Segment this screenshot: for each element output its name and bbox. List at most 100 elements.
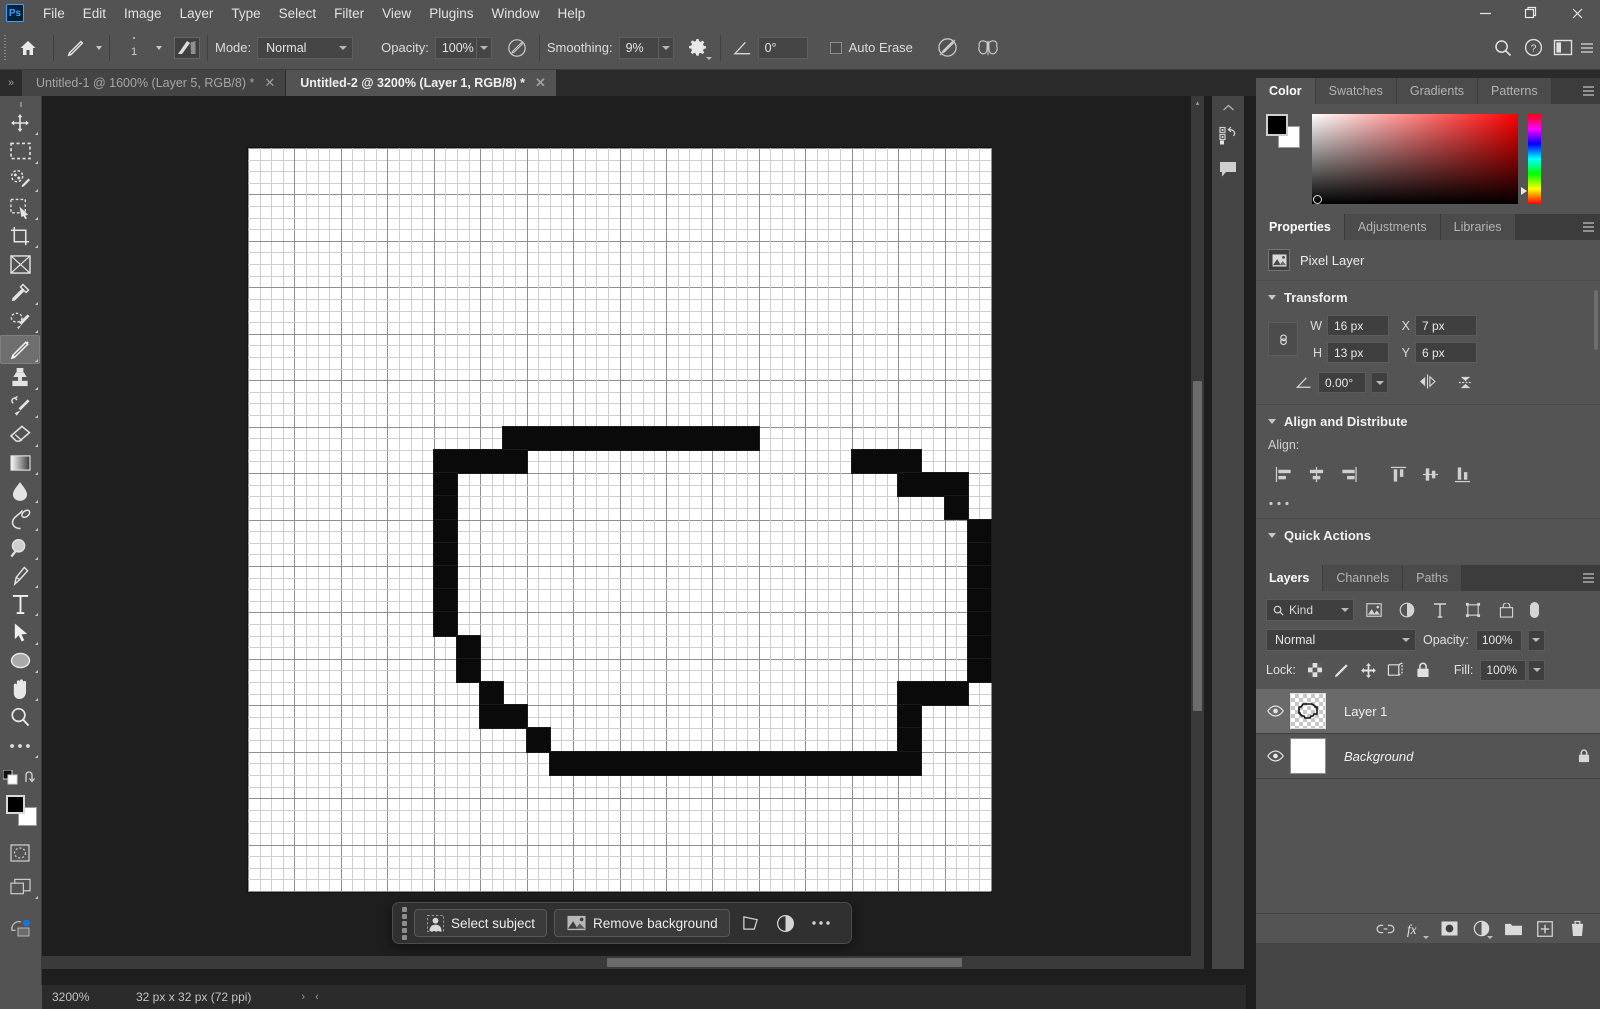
zoom-tool[interactable] — [0, 703, 40, 731]
lock-all-icon[interactable] — [1411, 659, 1435, 681]
art-pixel-run[interactable] — [432, 611, 458, 637]
scrollbar-thumb[interactable] — [1193, 381, 1202, 711]
layer-row[interactable]: Layer 1 — [1256, 689, 1600, 734]
art-pixel-run[interactable] — [966, 657, 992, 684]
transform-icon[interactable] — [737, 909, 765, 937]
close-icon[interactable]: ✕ — [264, 75, 275, 91]
height-input[interactable]: 13 px — [1327, 342, 1389, 363]
search-icon[interactable] — [1488, 33, 1518, 63]
status-prev-arrow[interactable]: ‹ — [315, 991, 329, 1003]
align-left-edges-icon[interactable] — [1268, 462, 1300, 486]
opacity-input[interactable]: 100% — [434, 36, 477, 59]
document-dimensions[interactable]: 32 px x 32 px (72 ppi) — [114, 990, 251, 1004]
rectangular-marquee-tool[interactable] — [0, 137, 40, 165]
filter-type-icon[interactable] — [1427, 599, 1453, 621]
menu-edit[interactable]: Edit — [74, 3, 115, 24]
layer-opacity-input[interactable]: 100% — [1475, 629, 1522, 651]
tab-channels[interactable]: Channels — [1323, 565, 1404, 591]
chevron-down-icon[interactable] — [1341, 608, 1349, 612]
layer-row[interactable]: Background — [1256, 734, 1600, 779]
rotation-stepper[interactable] — [1372, 372, 1388, 393]
layer-visibility-eye-icon[interactable] — [1260, 705, 1290, 717]
canvas-vertical-scrollbar[interactable]: ▴ ▾ — [1191, 96, 1204, 969]
lock-position-icon[interactable] — [1357, 659, 1381, 681]
pressure-size-icon[interactable] — [933, 33, 963, 63]
pressure-opacity-icon[interactable] — [502, 33, 532, 63]
art-pixel-run[interactable] — [897, 704, 923, 730]
chevron-down-icon[interactable] — [156, 45, 162, 50]
filter-kind-select[interactable]: Kind — [1266, 599, 1354, 621]
foreground-color-swatch[interactable] — [5, 794, 25, 814]
lock-image-pixels-icon[interactable] — [1330, 659, 1354, 681]
move-tool[interactable] — [0, 109, 40, 137]
smoothing-input[interactable]: 9% — [618, 36, 659, 59]
color-spectrum-field[interactable] — [1312, 114, 1518, 204]
rotation-input[interactable]: 0.00° — [1318, 372, 1366, 393]
menu-file[interactable]: File — [34, 3, 74, 24]
quick-mask-icon[interactable] — [0, 839, 40, 867]
art-pixel-run[interactable] — [432, 448, 528, 475]
menu-filter[interactable]: Filter — [325, 3, 373, 24]
tab-swatches[interactable]: Swatches — [1315, 78, 1397, 104]
chevron-down-icon[interactable] — [96, 45, 102, 50]
menu-layer[interactable]: Layer — [171, 3, 223, 24]
art-pixel-run[interactable] — [966, 588, 992, 614]
art-pixel-run[interactable] — [966, 518, 992, 544]
opacity-stepper[interactable] — [476, 36, 492, 59]
panel-menu-icon[interactable] — [1576, 214, 1600, 240]
path-selection-tool[interactable] — [0, 618, 40, 646]
panel-menu-icon[interactable] — [1576, 565, 1600, 591]
type-tool[interactable] — [0, 590, 40, 618]
layer-name[interactable]: Background — [1344, 749, 1413, 764]
crop-tool[interactable] — [0, 222, 40, 250]
add-mask-icon[interactable] — [1434, 916, 1464, 942]
toolbar-grip[interactable] — [0, 100, 41, 109]
art-pixel-run[interactable] — [479, 704, 528, 730]
new-adjustment-layer-icon[interactable] — [1466, 916, 1496, 942]
width-input[interactable]: 16 px — [1327, 315, 1389, 336]
filter-pixel-icon[interactable] — [1361, 599, 1387, 621]
tab-paths[interactable]: Paths — [1403, 565, 1463, 591]
layer-visibility-eye-icon[interactable] — [1260, 750, 1290, 762]
panel-menu-icon[interactable] — [1578, 33, 1596, 63]
layer-thumbnail[interactable] — [1290, 693, 1326, 729]
gear-icon[interactable] — [683, 33, 713, 63]
tab-adjustments[interactable]: Adjustments — [1344, 214, 1441, 240]
color-picker-ring[interactable] — [1313, 195, 1322, 204]
art-pixel-run[interactable] — [966, 564, 992, 591]
link-layers-icon[interactable] — [1370, 916, 1400, 942]
more-options-icon[interactable] — [807, 909, 835, 937]
pen-tool[interactable] — [0, 562, 40, 590]
hue-slider[interactable] — [1521, 114, 1541, 204]
swap-colors-icon[interactable] — [24, 771, 38, 784]
tab-layers[interactable]: Layers — [1256, 565, 1324, 591]
foreground-color-swatch[interactable] — [1266, 114, 1288, 136]
status-next-arrow[interactable]: › — [291, 991, 315, 1003]
blur-tool[interactable] — [0, 477, 40, 505]
x-input[interactable]: 7 px — [1415, 315, 1477, 336]
default-colors-icon[interactable] — [3, 770, 18, 785]
gradient-tool[interactable] — [0, 449, 40, 477]
layer-opacity-stepper[interactable] — [1528, 629, 1545, 651]
share-icon[interactable] — [0, 913, 40, 941]
chevron-down-icon[interactable] — [1268, 295, 1276, 300]
select-subject-button[interactable]: Select subject — [414, 909, 548, 937]
hue-slider-handle[interactable] — [1521, 187, 1527, 195]
history-icon[interactable] — [1212, 118, 1244, 152]
align-horizontal-centers-icon[interactable] — [1300, 462, 1332, 486]
maximize-restore-button[interactable] — [1508, 0, 1554, 26]
art-pixel-run[interactable] — [432, 564, 458, 591]
minimize-button[interactable] — [1462, 0, 1508, 26]
layer-thumbnail[interactable] — [1290, 738, 1326, 774]
artboard[interactable] — [248, 148, 992, 892]
magnifier-tool[interactable] — [0, 533, 40, 561]
brush-size-picker[interactable]: 1 — [117, 33, 151, 63]
canvas-horizontal-scrollbar[interactable] — [42, 956, 1204, 969]
menu-type[interactable]: Type — [222, 3, 269, 24]
frame-tool[interactable] — [0, 250, 40, 278]
filter-toggle-icon[interactable] — [1526, 599, 1542, 621]
y-input[interactable]: 6 px — [1415, 342, 1477, 363]
zoom-level[interactable]: 3200% — [42, 990, 114, 1004]
align-right-edges-icon[interactable] — [1332, 462, 1364, 486]
filter-shape-icon[interactable] — [1460, 599, 1486, 621]
